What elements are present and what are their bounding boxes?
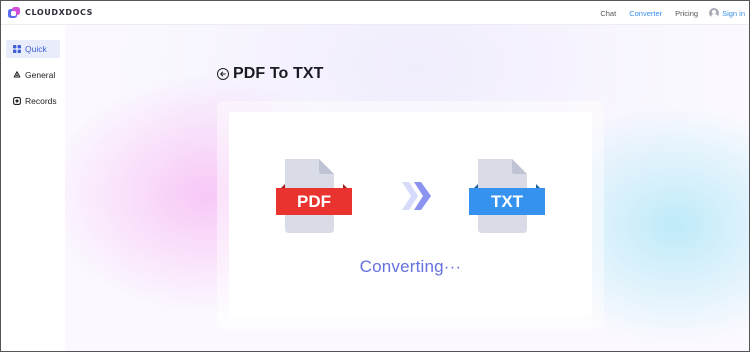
sign-in-label: Sign in: [722, 8, 745, 18]
sidebar: Quick General Records: [1, 25, 65, 351]
convert-arrow-icon: [401, 181, 433, 216]
sidebar-item-records[interactable]: Records: [6, 92, 60, 110]
sidebar-item-quick[interactable]: Quick: [6, 40, 60, 58]
page-title: PDF To TXT: [233, 65, 324, 82]
cloudxdocs-logo-icon: [7, 6, 21, 20]
sidebar-item-label: Quick: [25, 44, 47, 54]
brand-name: CLOUDXDOCS: [25, 8, 94, 17]
grid-icon: [13, 45, 21, 53]
record-icon: [13, 97, 21, 105]
sidebar-item-general[interactable]: General: [6, 66, 60, 84]
sidebar-item-label: General: [25, 70, 56, 80]
source-format-label: PDF: [297, 192, 331, 211]
back-arrow-icon[interactable]: [217, 68, 229, 80]
conversion-status-text: Converting···: [359, 257, 462, 276]
nav-item-converter[interactable]: Converter: [629, 9, 662, 18]
top-navigation-bar: CLOUDXDOCS Chat Converter Pricing Sign i…: [1, 1, 749, 25]
conversion-card: PDF TXT Converting···: [217, 101, 604, 329]
sign-in-button[interactable]: Sign in: [709, 8, 745, 18]
user-avatar-icon: [709, 8, 720, 18]
sidebar-item-label: Records: [25, 96, 57, 106]
target-format-label: TXT: [490, 192, 524, 211]
app-window: CLOUDXDOCS Chat Converter Pricing Sign i…: [0, 0, 750, 352]
recycle-icon: [13, 71, 21, 79]
nav-item-chat[interactable]: Chat: [600, 9, 616, 18]
main-content: PDF To TXT PDF TXT Converting···: [65, 25, 749, 351]
main-nav: Chat Converter Pricing Sign in: [587, 1, 745, 25]
page-header: PDF To TXT: [217, 65, 323, 83]
nav-item-pricing[interactable]: Pricing: [675, 9, 698, 18]
conversion-panel: PDF TXT Converting···: [229, 112, 592, 317]
pdf-file-icon: PDF: [276, 158, 352, 239]
brand[interactable]: CLOUDXDOCS: [7, 6, 93, 20]
txt-file-icon: TXT: [469, 158, 545, 239]
